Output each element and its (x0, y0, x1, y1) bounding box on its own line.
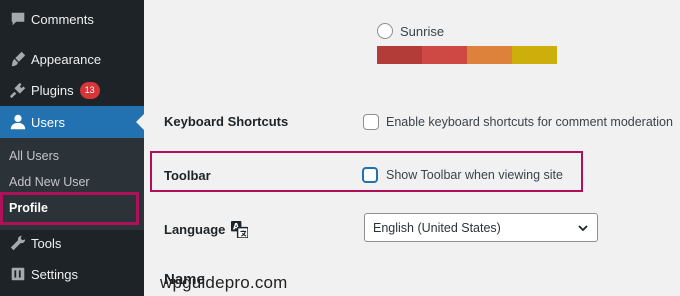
language-label: Language (164, 222, 226, 237)
menu-item-plugins[interactable]: Plugins 13 (0, 77, 144, 103)
menu-label-appearance: Appearance (31, 51, 102, 67)
language-select-value: English (United States) (373, 220, 501, 235)
menu-item-appearance[interactable]: Appearance (0, 46, 144, 72)
submenu-all-users[interactable]: All Users (9, 149, 59, 163)
color-swatch (512, 46, 557, 64)
menu-label-settings: Settings (31, 266, 78, 282)
sunrise-color-scheme-label: Sunrise (400, 24, 445, 39)
show-toolbar-checkbox[interactable] (362, 167, 378, 183)
menu-item-comments[interactable]: Comments (0, 6, 144, 32)
comment-icon (8, 9, 28, 29)
profile-settings-panel: Sunrise Keyboard Shortcuts Enable keyboa… (144, 0, 680, 296)
sunrise-color-swatches[interactable] (377, 46, 557, 64)
chevron-down-icon (577, 222, 589, 237)
menu-item-tools[interactable]: Tools (0, 230, 144, 256)
language-label-row: Language A (164, 221, 250, 239)
submenu-add-new-user[interactable]: Add New User (9, 175, 90, 189)
user-icon (8, 112, 28, 132)
profile-highlight-box (0, 192, 139, 225)
plugin-icon (8, 80, 28, 100)
menu-item-settings[interactable]: Settings (0, 261, 144, 287)
plugins-update-badge: 13 (79, 81, 100, 99)
color-swatch (377, 46, 422, 64)
color-swatch (422, 46, 467, 64)
menu-label-users: Users (31, 114, 65, 130)
menu-label-tools: Tools (31, 235, 62, 251)
toolbar-label: Toolbar (164, 168, 211, 183)
keyboard-shortcuts-checkbox-text[interactable]: Enable keyboard shortcuts for comment mo… (386, 115, 673, 129)
translate-icon: A (231, 221, 250, 239)
menu-item-users[interactable]: Users (0, 106, 144, 138)
settings-icon (8, 264, 28, 284)
sunrise-color-scheme-radio[interactable] (377, 23, 393, 39)
menu-label-plugins: Plugins (31, 82, 74, 98)
color-swatch (467, 46, 512, 64)
menu-label-comments: Comments (31, 11, 94, 27)
show-toolbar-checkbox-text[interactable]: Show Toolbar when viewing site (386, 168, 563, 182)
keyboard-shortcuts-label: Keyboard Shortcuts (164, 114, 289, 129)
wrench-icon (8, 233, 28, 253)
keyboard-shortcuts-checkbox[interactable] (363, 114, 379, 130)
site-watermark: wpguidepro.com (160, 273, 288, 292)
admin-sidebar: Comments Appearance Plugins 13 Users All… (0, 0, 144, 296)
language-select[interactable]: English (United States) (364, 213, 598, 242)
paintbrush-icon (8, 49, 28, 69)
